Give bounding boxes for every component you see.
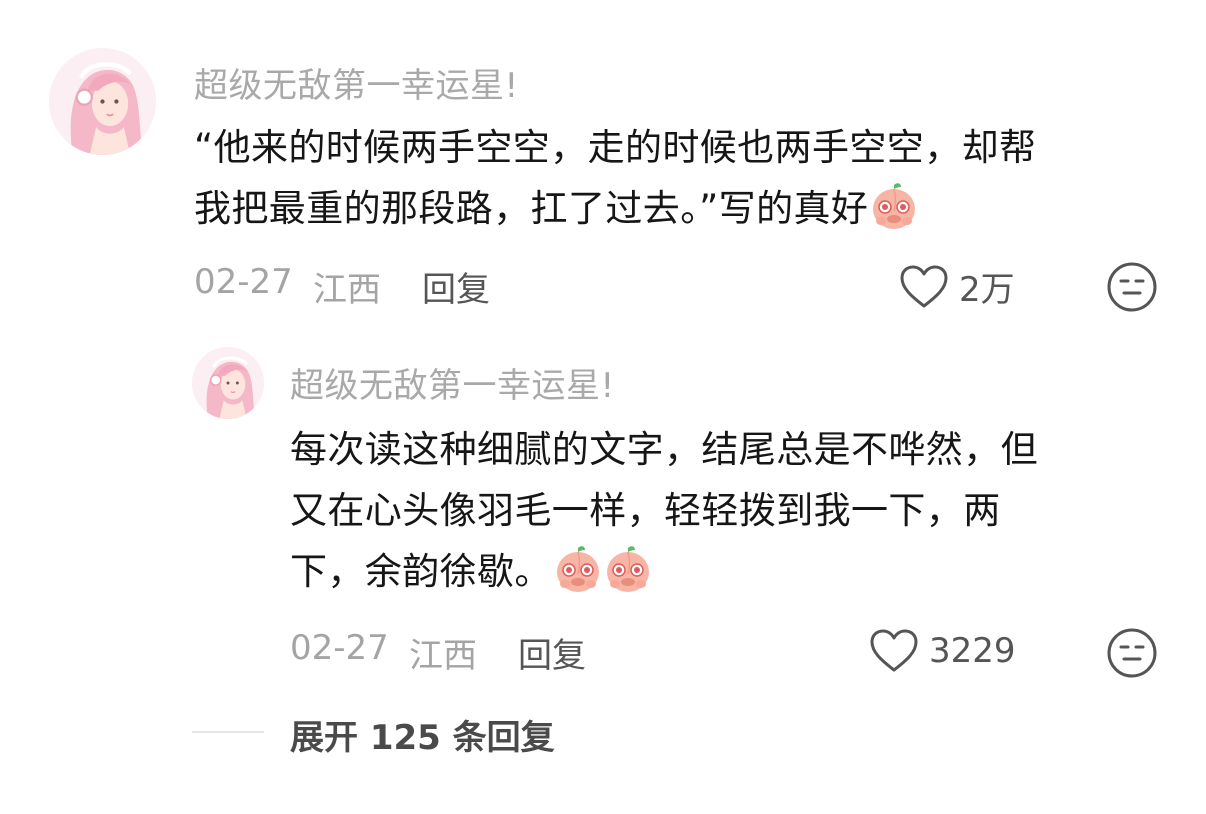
neutral-face-icon (1107, 262, 1157, 312)
comment-text-line: 我把最重的那段路，扛了过去。”写的真好 (194, 178, 1036, 239)
comment-text-line: “他来的时候两手空空，走的时候也两手空空，却帮 (194, 126, 1037, 169)
reply-location: 江西 (409, 636, 477, 676)
peach-cry-emoji-icon (870, 181, 918, 231)
comment-username[interactable]: 超级无敌第一幸运星! (194, 58, 519, 107)
reply-date: 02-27 (290, 628, 389, 668)
reply-text-segment: 下，余韵徐歇。 (290, 550, 552, 593)
reply-reply-button[interactable]: 回复 (518, 628, 586, 677)
neutral-face-icon (1107, 628, 1157, 678)
heart-icon (900, 265, 948, 307)
comment-text: “他来的时候两手空空，走的时候也两手空空，却帮 我把最重的那段路，扛了过去。”写… (194, 117, 1036, 239)
reply-text-line: 每次读这种细腻的文字，结尾总是不哗然，但 (290, 428, 1038, 471)
heart-icon (870, 629, 918, 672)
peach-cry-emoji-icon (604, 544, 652, 594)
reply-avatar[interactable] (192, 347, 264, 419)
peach-cry-emoji-icon (554, 544, 602, 594)
comment-date: 02-27 (194, 262, 293, 302)
reply-username[interactable]: 超级无敌第一幸运星! (290, 358, 615, 407)
avatar[interactable] (49, 48, 156, 155)
comment-location: 江西 (313, 270, 381, 310)
avatar-image (192, 347, 264, 419)
comment-reaction-button[interactable] (1106, 261, 1158, 313)
expand-replies-link[interactable]: 展开 125 条回复 (290, 710, 555, 759)
reply-text: 每次读这种细腻的文字，结尾总是不哗然，但 又在心头像羽毛一样，轻轻拨到我一下，两… (290, 419, 1038, 602)
expand-divider (192, 731, 264, 733)
avatar-image (49, 48, 156, 155)
reply-reaction-button[interactable] (1106, 627, 1158, 679)
reply-text-line: 下，余韵徐歇。 (290, 541, 1038, 602)
reply-text-line: 又在心头像羽毛一样，轻轻拨到我一下，两 (290, 489, 1001, 532)
comment-like-count: 2万 (959, 270, 1015, 310)
reply-like-count: 3229 (929, 631, 1016, 671)
comment-like-button[interactable]: 2万 (899, 262, 1015, 311)
comment-text-segment: 我把最重的那段路，扛了过去。”写的真好 (194, 187, 869, 230)
reply-like-button[interactable]: 3229 (869, 628, 1016, 674)
comment-reply-button[interactable]: 回复 (422, 262, 490, 311)
